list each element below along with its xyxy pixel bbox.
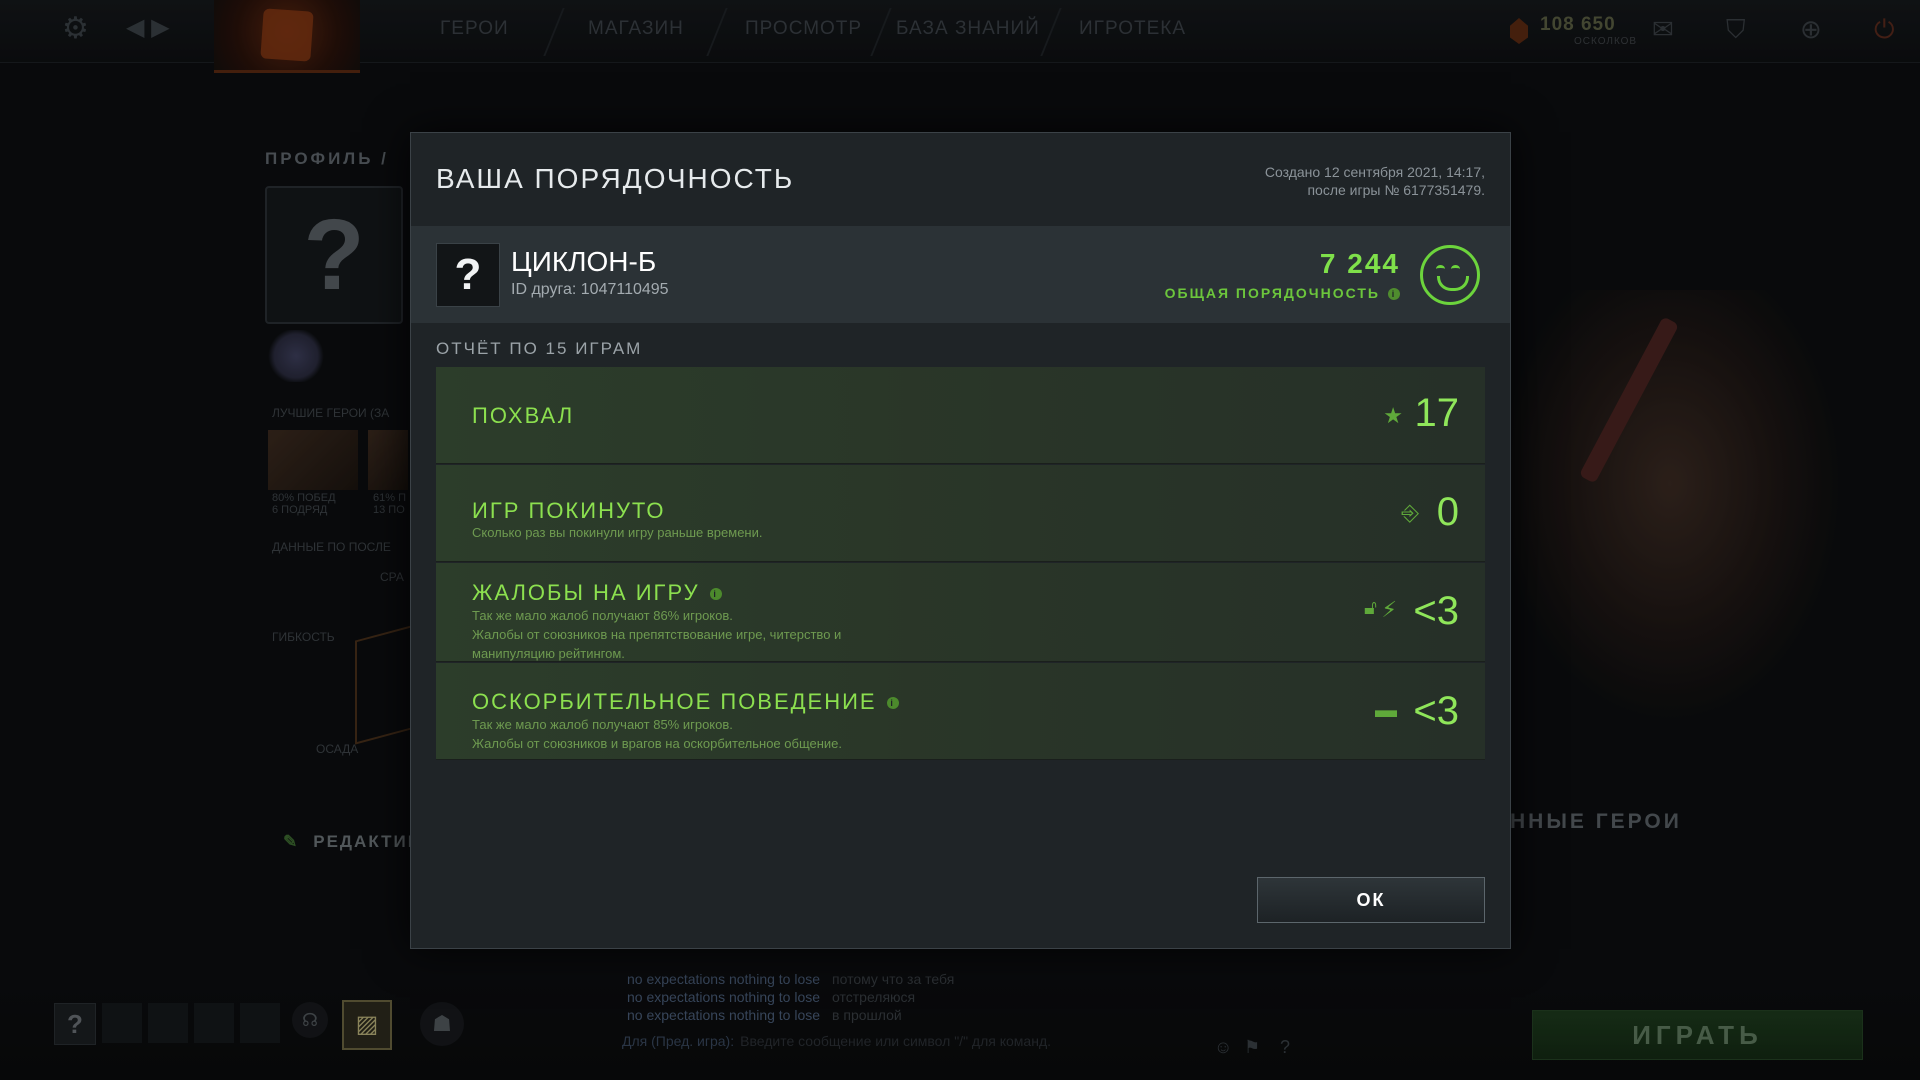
stat-value: <3 [1413, 689, 1459, 733]
stat-title: ЖАЛОБЫ НА ИГРУ i [472, 580, 722, 606]
stat-value: <3 [1413, 589, 1459, 633]
smiley-face-icon [1420, 245, 1480, 305]
created-date: Создано 12 сентября 2021, 14:17, [1264, 164, 1485, 180]
stat-title: ИГР ПОКИНУТО [472, 498, 666, 523]
friend-id: ID друга: 1047110495 [511, 281, 669, 298]
stat-description: Так же мало жалоб получают 86% игроков. … [472, 608, 842, 661]
conduct-score: 7 244 [1319, 248, 1400, 279]
stat-title: ОСКОРБИТЕЛЬНОЕ ПОВЕДЕНИЕ i [472, 689, 899, 715]
lightning-icon: ⚡︎ [1381, 597, 1397, 622]
stat-game-reports: ЖАЛОБЫ НА ИГРУ i Так же мало жалоб получа… [436, 563, 1485, 662]
stat-comms-reports: ОСКОРБИТЕЛЬНОЕ ПОВЕДЕНИЕ i Так же мало жа… [436, 663, 1485, 760]
player-name: ЦИКЛОН-Б [511, 246, 657, 277]
info-icon[interactable]: i [886, 697, 899, 710]
stat-value: 17 [1414, 391, 1460, 435]
created-match: после игры № 6177351479. [1307, 182, 1485, 198]
stat-abandons: ИГР ПОКИНУТО Сколько раз вы покинули игр… [436, 465, 1485, 562]
chat-bubble-icon: ▬ [1375, 697, 1397, 722]
conduct-score-label: ОБЩАЯ ПОРЯДОЧНОСТЬ i [1165, 285, 1400, 301]
created-info: Создано 12 сентября 2021, 14:17, после и… [1265, 163, 1485, 199]
stat-value: 0 [1436, 490, 1459, 534]
ok-button[interactable]: ОК [1257, 877, 1485, 923]
stat-description: Сколько раз вы покинули игру раньше врем… [472, 525, 763, 540]
conduct-summary-dialog: ВАША ПОРЯДОЧНОСТЬ Создано 12 сентября 20… [410, 132, 1511, 949]
info-icon[interactable]: i [709, 588, 722, 601]
info-icon[interactable]: i [1388, 288, 1400, 301]
exit-icon: ⎆ [1401, 500, 1419, 525]
player-row: ? ЦИКЛОН-Б ID друга: 1047110495 7 244 ОБ… [411, 226, 1510, 323]
stat-title: ПОХВАЛ [472, 403, 575, 428]
player-avatar[interactable]: ? [436, 243, 500, 307]
dialog-title: ВАША ПОРЯДОЧНОСТЬ [436, 163, 795, 194]
lock-icon: 🔓︎ [1364, 597, 1377, 619]
stat-description: Так же мало жалоб получают 85% игроков. … [472, 717, 843, 751]
stat-commends: ПОХВАЛ ★ 17 [436, 367, 1485, 464]
star-icon: ★ [1383, 403, 1403, 428]
report-title: ОТЧЁТ ПО 15 ИГРАМ [436, 339, 643, 358]
